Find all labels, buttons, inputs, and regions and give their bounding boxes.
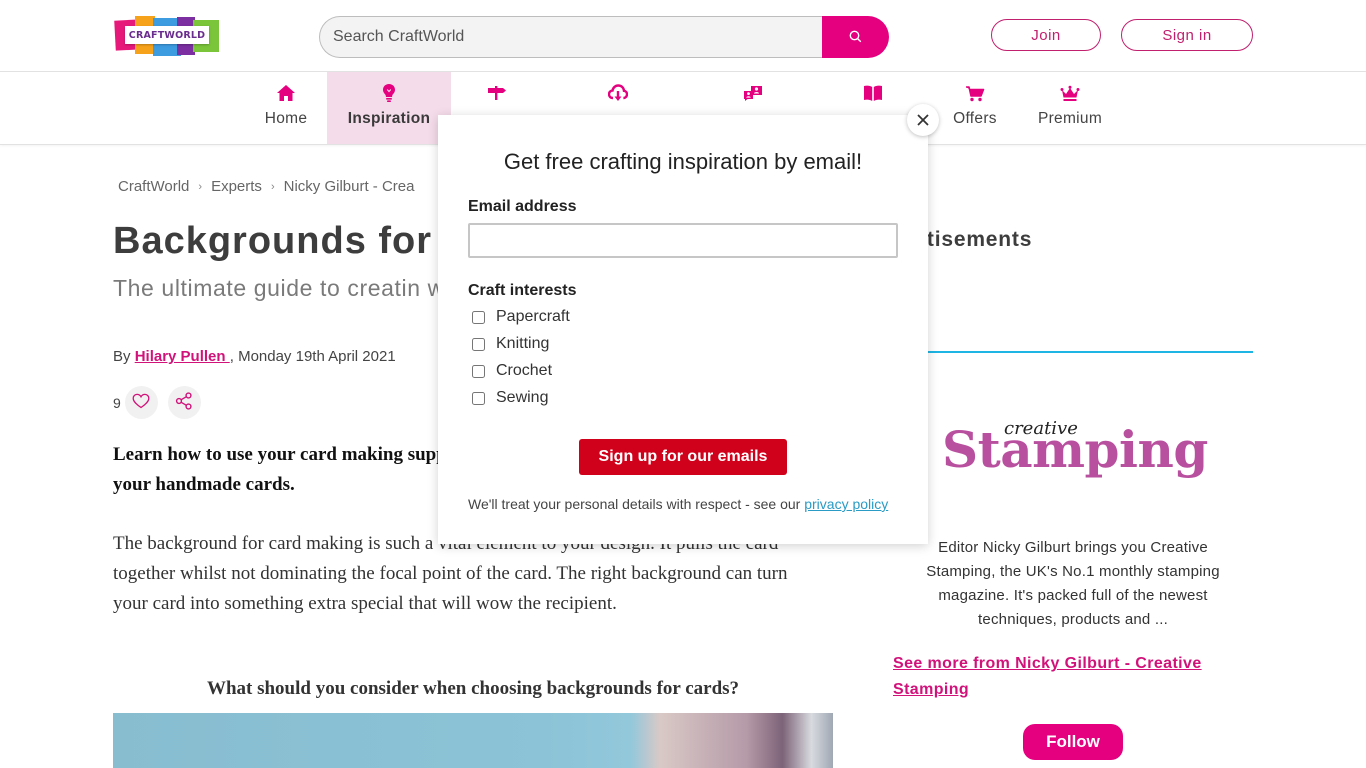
sidebar-divider [893,351,1253,353]
see-more-link[interactable]: See more from Nicky Gilburt - Creative S… [893,651,1233,703]
nav-item-home[interactable]: Home [245,72,327,144]
interest-option-sewing[interactable]: Sewing [472,389,548,407]
crown-icon [1060,82,1080,104]
search-icon [849,28,862,47]
search-bar [319,16,889,58]
publish-date: , Monday 19th April 2021 [229,348,396,365]
nav-label: Offers [953,110,997,127]
logo-text: CRAFTWORLD [125,26,209,44]
share-icon [175,391,193,414]
breadcrumb: CraftWorld › Experts › Nicky Gilburt - C… [118,178,414,195]
social-actions: 9 [113,386,201,419]
page-title: Backgrounds for C [113,220,473,262]
sign-in-button[interactable]: Sign in [1121,19,1253,51]
search-button[interactable] [822,16,889,58]
author-link[interactable]: Hilary Pullen [135,348,230,365]
nav-item-offers[interactable]: Offers [940,72,1010,144]
crochet-checkbox[interactable] [472,364,485,378]
email-label: Email address [468,198,577,215]
email-field[interactable] [468,223,898,258]
home-icon [276,82,296,104]
knitting-checkbox[interactable] [472,337,485,351]
cart-icon [965,82,985,104]
logo-small-text: creative [1004,418,1078,439]
modal-close-button[interactable] [907,104,939,136]
like-count: 9 [113,394,121,411]
craftworld-logo[interactable]: CRAFTWORLD [114,16,219,56]
interests-label: Craft interests [468,282,577,299]
checkbox-label: Sewing [496,389,549,406]
byline: By Hilary Pullen , Monday 19th April 202… [113,348,396,365]
sidebar-description: Editor Nicky Gilburt brings you Creative… [926,539,1220,628]
community-icon [743,82,763,104]
lightbulb-icon [382,82,396,104]
checkbox-label: Knitting [496,335,550,352]
heart-icon [132,393,150,413]
creative-stamping-logo[interactable]: Stamping creative [940,418,1210,488]
privacy-notice: We'll treat your personal details with r… [468,496,888,512]
follow-button[interactable]: Follow [1023,724,1123,760]
share-button[interactable] [167,386,201,419]
like-button[interactable] [124,386,158,419]
nav-label: Home [264,110,308,127]
sewing-checkbox[interactable] [472,391,485,405]
checkbox-label: Crochet [496,362,553,379]
checkbox-label: Papercraft [496,308,570,325]
cloud-download-icon [608,82,628,104]
byline-prefix: By [113,348,135,365]
nav-item-inspiration[interactable]: Inspiration [327,72,451,144]
nav-item-premium[interactable]: Premium [1030,72,1110,144]
chevron-right-icon: › [270,180,275,193]
nav-label: Inspiration [347,110,431,127]
search-input[interactable] [319,16,822,58]
signup-button[interactable]: Sign up for our emails [579,439,787,475]
modal-title: Get free crafting inspiration by email! [503,149,863,174]
interest-option-crochet[interactable]: Crochet [472,362,552,380]
site-header: CRAFTWORLD Join Sign in [0,0,1366,72]
privacy-policy-link[interactable]: privacy policy [804,496,888,512]
close-icon [917,111,929,130]
breadcrumb-link-experts[interactable]: Experts [211,178,262,195]
email-signup-modal: Get free crafting inspiration by email! … [438,115,928,544]
section-heading: What should you consider when choosing b… [206,678,740,699]
interest-option-knitting[interactable]: Knitting [472,335,549,353]
chevron-right-icon: › [198,180,203,193]
article-image [113,713,833,768]
privacy-text: We'll treat your personal details with r… [468,496,805,512]
breadcrumb-link-craftworld[interactable]: CraftWorld [118,178,189,195]
paragraph-line: together whilst not dominating the focal… [113,563,788,584]
interest-option-papercraft[interactable]: Papercraft [472,308,570,326]
book-icon [863,82,883,104]
nav-label: Premium [1037,110,1103,127]
breadcrumb-link-expert[interactable]: Nicky Gilburt - Crea [284,178,415,195]
paragraph-line: your card into something extra special t… [113,593,617,614]
signpost-icon [487,82,507,104]
papercraft-checkbox[interactable] [472,310,485,324]
join-button[interactable]: Join [991,19,1101,51]
